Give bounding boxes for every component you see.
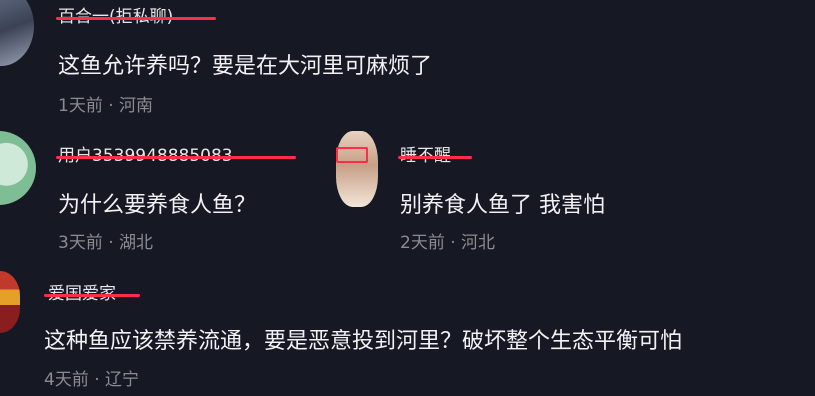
avatar[interactable] xyxy=(0,131,36,205)
comment-text: 为什么要养食人鱼？ xyxy=(58,193,257,218)
comment-meta: 1天前 · 河南 xyxy=(58,96,154,116)
comment-text: 这鱼允许养吗？要是在大河里可麻烦了 xyxy=(58,54,433,79)
comment-item: 用户3539948885083 为什么要养食人鱼？ 3天前 · 湖北 xyxy=(0,125,330,265)
comment-meta: 3天前 · 湖北 xyxy=(58,233,154,253)
comment-item: 百合一(拒私聊) 这鱼允许养吗？要是在大河里可麻烦了 1天前 · 河南 xyxy=(0,0,815,125)
comment-meta: 4天前 · 辽宁 xyxy=(44,370,140,390)
comment-item: 爱国爱家 这种鱼应该禁养流通，要是恶意投到河里？破坏整个生态平衡可怕 4天前 ·… xyxy=(0,265,815,396)
avatar-redaction xyxy=(336,147,368,163)
comment-text: 别养食人鱼了 我害怕 xyxy=(400,193,605,218)
comment-text: 这种鱼应该禁养流通，要是恶意投到河里？破坏整个生态平衡可怕 xyxy=(44,329,683,354)
avatar[interactable] xyxy=(0,271,20,333)
avatar[interactable] xyxy=(0,0,34,66)
avatar[interactable] xyxy=(336,131,378,207)
comment-meta: 2天前 · 河北 xyxy=(400,233,496,253)
comment-item: 睡不醒 别养食人鱼了 我害怕 2天前 · 河北 xyxy=(330,125,815,265)
username-redaction xyxy=(398,156,472,159)
username-redaction xyxy=(44,294,140,297)
username-redaction xyxy=(56,17,216,20)
username-redaction xyxy=(56,156,296,159)
